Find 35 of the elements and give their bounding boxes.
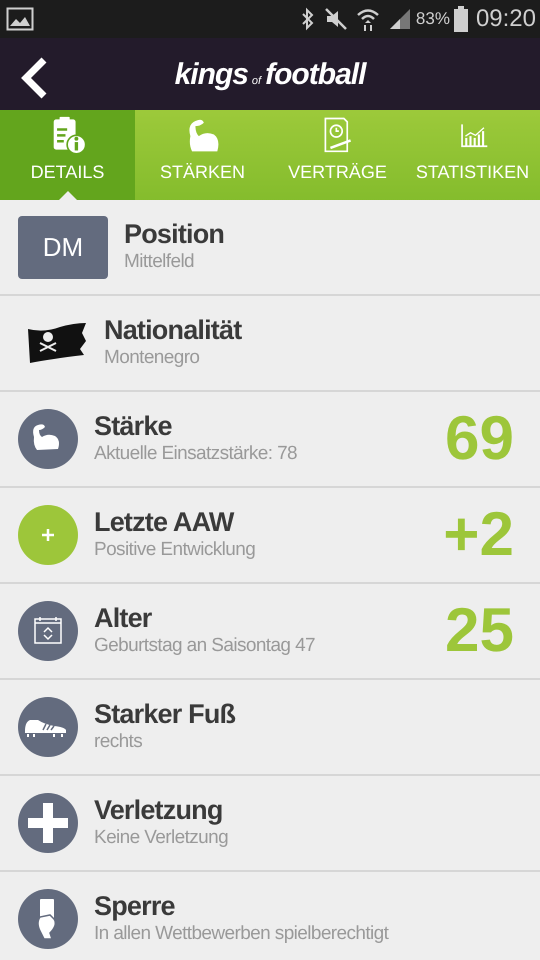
row-subtitle: Mittelfeld [124,250,196,274]
row-title: Position [124,219,224,250]
tab[interactable]: VERTRÄGE [270,110,405,200]
row-subtitle: Montenegro [104,346,200,370]
tab[interactable]: STÄRKEN [135,110,270,200]
row-subtitle: Positive Entwicklung [94,538,256,562]
battery-percent: 83% [416,8,450,30]
image-icon [6,7,34,31]
row-title: Verletzung [94,795,224,826]
row-title: Stärke [94,411,173,442]
row-title: Alter [94,603,153,634]
selection-pointer [58,191,76,200]
position-badge: DM [18,216,108,278]
row-subtitle: Aktuelle Einsatzstärke: 78 [94,442,298,466]
battery-icon [454,6,468,32]
app-logo: kings of football [174,56,366,92]
row-value: 69 [445,408,514,470]
clock: 09:20 [476,4,536,34]
signal-icon [388,7,412,31]
row-subtitle: In allen Wettbewerben spielberechtigt [94,922,388,946]
wifi-icon [356,6,380,32]
tab[interactable]: DETAILS [0,110,135,200]
mute-icon [324,7,348,31]
row-value: +2 [443,504,514,566]
row-title: Starker Fuß [94,699,236,730]
flag-icon [26,321,88,365]
row-subtitle: Keine Verletzung [94,826,228,850]
bluetooth-icon [300,7,316,31]
row-title: Nationalität [104,315,242,346]
row-value: 25 [445,600,514,662]
row-subtitle: Geburtstag an Saisontag 47 [94,634,316,658]
row-title: Sperre [94,891,176,922]
tab[interactable]: STATISTIKEN [405,110,540,200]
row-subtitle: rechts [94,730,144,754]
row-title: Letzte AAW [94,507,236,538]
